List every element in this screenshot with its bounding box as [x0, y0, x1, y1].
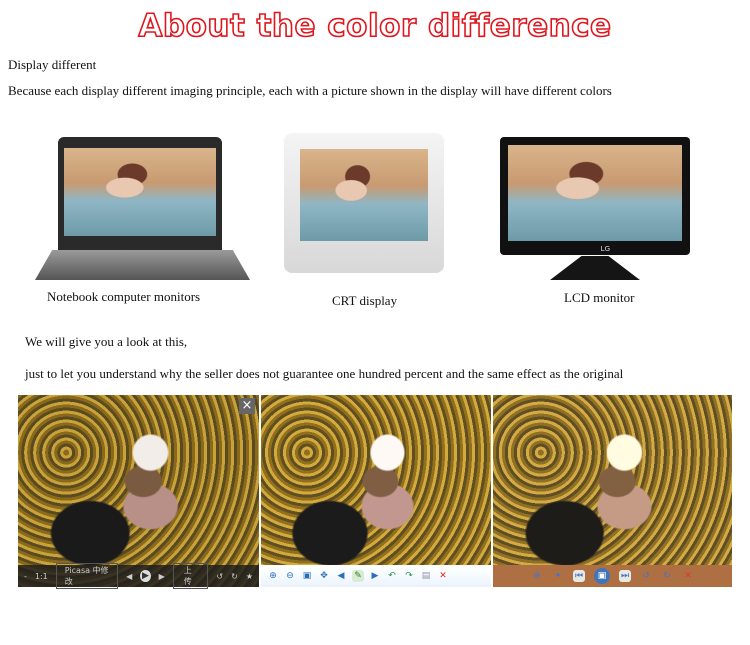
save-icon[interactable]: ▤ [420, 570, 432, 582]
page-title: About the color difference [138, 7, 612, 45]
zoom-out-icon[interactable]: ⊖ [284, 570, 296, 582]
crt-image [284, 133, 444, 273]
next-icon[interactable]: ⏭ [619, 570, 631, 582]
comparison-line-2: just to let you understand why the selle… [25, 366, 624, 381]
photo-viewer-windows7: ⊕ ✦ ⏮ ▣ ⏭ ↺ ↻ ✕ [493, 395, 732, 587]
lcd-image: LG [500, 137, 690, 255]
upload-button[interactable]: 上传 [172, 563, 209, 589]
intro-heading: Display different [8, 57, 97, 72]
close-button[interactable]: × [239, 398, 255, 414]
rotate-left-icon[interactable]: ↶ [386, 570, 398, 582]
zoom-icon[interactable]: ⊕ [531, 570, 543, 582]
rotate-right-icon[interactable]: ↻ [661, 570, 673, 582]
viewer-toolbar: ⊕ ✦ ⏮ ▣ ⏭ ↺ ↻ ✕ [493, 565, 732, 587]
fit-icon[interactable]: ▣ [301, 570, 313, 582]
photo-viewer-picasa: × - 1:1 Picasa 中修改 ◀ ▶ ▶ 上传 ↺ ↻ ★ [18, 395, 259, 589]
next-icon[interactable]: ▶ [159, 572, 165, 581]
edit-in-picasa-button[interactable]: Picasa 中修改 [55, 563, 119, 589]
previous-icon[interactable]: ◀ [126, 572, 132, 581]
rotate-left-icon[interactable]: ↺ [216, 572, 223, 581]
viewer-toolbar: - 1:1 Picasa 中修改 ◀ ▶ ▶ 上传 ↺ ↻ ★ [18, 563, 259, 589]
viewer-toolbar: ⊕ ⊖ ▣ ✥ ◀ ✎ ▶ ↶ ↷ ▤ ✕ [261, 565, 491, 587]
zoom-out-button[interactable]: - [24, 572, 27, 581]
previous-icon[interactable]: ⏮ [573, 570, 585, 582]
play-icon[interactable]: ▶ [140, 570, 151, 582]
monitor-label: CRT display [332, 293, 398, 308]
rotate-left-icon[interactable]: ↺ [640, 570, 652, 582]
pan-icon[interactable]: ✥ [318, 570, 330, 582]
lcd-stand [550, 256, 640, 280]
laptop-keyboard [35, 250, 250, 280]
zoom-in-icon[interactable]: ⊕ [267, 570, 279, 582]
previous-icon[interactable]: ◀ [335, 570, 347, 582]
delete-icon[interactable]: ✕ [437, 570, 449, 582]
delete-icon[interactable]: ✕ [682, 570, 694, 582]
next-icon[interactable]: ▶ [369, 570, 381, 582]
monitor-label: LCD monitor [564, 290, 635, 305]
intro-body: Because each display different imaging p… [8, 83, 612, 98]
edit-icon[interactable]: ✎ [352, 570, 364, 582]
actual-size-button[interactable]: 1:1 [35, 572, 48, 581]
rotate-right-icon[interactable]: ↻ [231, 572, 238, 581]
fit-icon[interactable]: ✦ [552, 570, 564, 582]
photo-viewer-windows: ⊕ ⊖ ▣ ✥ ◀ ✎ ▶ ↶ ↷ ▤ ✕ [261, 395, 491, 587]
star-icon[interactable]: ★ [246, 572, 253, 581]
comparison-line-1: We will give you a look at this, [25, 334, 188, 349]
brand-logo: LG [600, 245, 610, 253]
rotate-right-icon[interactable]: ↷ [403, 570, 415, 582]
page: About the color difference Display diffe… [0, 0, 750, 645]
laptop-image [58, 137, 222, 252]
slideshow-icon[interactable]: ▣ [594, 568, 610, 584]
monitor-label: Notebook computer monitors [47, 289, 201, 304]
